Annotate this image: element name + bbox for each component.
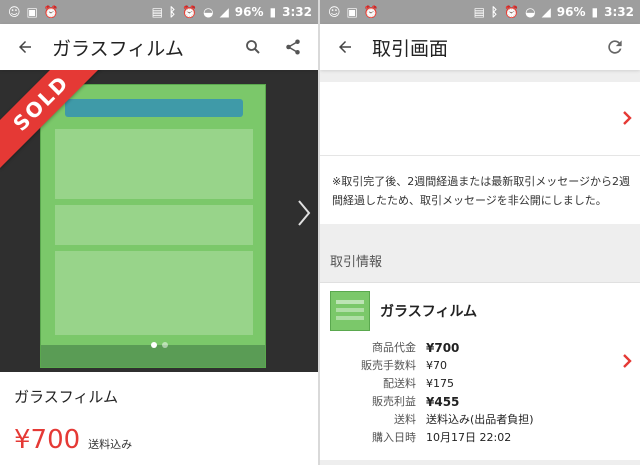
search-button[interactable] — [240, 34, 266, 60]
chevron-right-icon — [623, 354, 632, 368]
back-button[interactable] — [332, 34, 358, 60]
chevron-right-icon — [298, 200, 311, 226]
alarm-icon: ⏰ — [43, 5, 59, 19]
message-hidden-notice: ※取引完了後、2週間経過または最新取引メッセージから2週間経過したため、取引メッ… — [332, 175, 630, 207]
trade-row-value: ¥175 — [426, 377, 454, 390]
trade-row-label: 送料 — [394, 413, 416, 426]
trade-row: 配送料 ¥175 — [330, 375, 630, 393]
product-price: ¥700 — [14, 425, 81, 455]
trade-row: 商品代金 ¥700 — [330, 339, 630, 357]
item-thumbnail — [330, 291, 370, 331]
battery-icon: ▮ — [591, 5, 599, 19]
trade-detail-rows: 商品代金 ¥700 販売手数料 ¥70 配送料 ¥175 販売利益 ¥455 送料 送料込み(出品… — [330, 339, 630, 447]
arrow-left-icon — [339, 41, 351, 53]
status-bar: ☺ ▣ ⏰ ▤ ᛒ ⏰ ◒ ◢ 96% ▮ 3:32 — [0, 0, 318, 24]
product-name: ガラスフィルム — [14, 388, 119, 406]
battery-icon: ▮ — [269, 5, 277, 19]
arrow-left-icon — [19, 41, 31, 53]
battery-level: 96% — [556, 5, 586, 19]
signal-icon: ◢ — [541, 5, 551, 19]
trade-row: 販売手数料 ¥70 — [330, 357, 630, 375]
transaction-app-bar: 取引画面 — [320, 24, 640, 70]
trade-row-label: 販売利益 — [372, 395, 416, 408]
shipping-label: 送料込み — [88, 438, 133, 451]
gallery-dot-1[interactable] — [150, 342, 157, 348]
transaction-screen: ☺ ▣ ⏰ ▤ ᛒ ⏰ ◒ ◢ 96% ▮ 3:32 取引画面 ※取引完了後、2… — [320, 0, 640, 465]
clock: 3:32 — [282, 5, 312, 19]
trade-row-label: 販売手数料 — [361, 359, 416, 372]
nfc-icon: ▤ — [151, 5, 163, 19]
alarm-status-icon: ⏰ — [182, 5, 198, 19]
page-title: ガラスフィルム — [52, 37, 184, 60]
page-title: 取引画面 — [372, 37, 449, 60]
top-gray-strip — [320, 70, 640, 82]
nfc-icon: ▤ — [473, 5, 485, 19]
trade-row: 販売利益 ¥455 — [330, 393, 630, 411]
gallery-dot-2[interactable] — [161, 342, 168, 348]
refresh-icon — [608, 40, 622, 54]
wifi-icon: ◒ — [203, 5, 214, 19]
trade-row-label: 購入日時 — [372, 431, 416, 444]
trade-row: 送料 送料込み(出品者負担) — [330, 411, 630, 429]
product-photo — [40, 84, 266, 368]
image-notification-icon: ▣ — [346, 5, 358, 19]
item-name: ガラスフィルム — [380, 304, 478, 320]
notification-icon: ☺ — [8, 5, 21, 19]
share-button[interactable] — [280, 34, 306, 60]
trade-row-value: 10月17日 22:02 — [426, 431, 512, 444]
section-header: 取引情報 — [320, 224, 640, 282]
gallery-dots — [0, 342, 318, 348]
battery-level: 96% — [234, 5, 264, 19]
trade-row-label: 配送料 — [383, 377, 416, 390]
signal-icon: ◢ — [219, 5, 229, 19]
gallery-next-button[interactable] — [296, 198, 312, 232]
trade-row-value: ¥455 — [426, 395, 460, 409]
alarm-icon: ⏰ — [363, 5, 379, 19]
refresh-button[interactable] — [602, 34, 628, 60]
alarm-status-icon: ⏰ — [504, 5, 520, 19]
share-icon — [286, 39, 300, 55]
trade-card-chevron — [622, 353, 632, 373]
product-app-bar: ガラスフィルム — [0, 24, 318, 70]
trade-message-row[interactable] — [320, 82, 640, 156]
bluetooth-icon: ᛒ — [490, 5, 499, 19]
clock: 3:32 — [604, 5, 634, 19]
trade-row-value: ¥700 — [426, 341, 460, 355]
image-notification-icon: ▣ — [26, 5, 38, 19]
back-button[interactable] — [12, 34, 38, 60]
section-title: 取引情報 — [330, 255, 383, 270]
trade-row-value: ¥70 — [426, 359, 447, 372]
notification-icon: ☺ — [328, 5, 341, 19]
bluetooth-icon: ᛒ — [168, 5, 177, 19]
product-image-gallery[interactable]: SOLD — [0, 70, 318, 372]
trade-row-value: 送料込み(出品者負担) — [426, 413, 534, 426]
trade-row-label: 商品代金 — [372, 341, 416, 354]
price-row: ¥700 送料込み — [14, 425, 304, 455]
wifi-icon: ◒ — [525, 5, 536, 19]
bottom-strip — [320, 460, 640, 465]
trade-row: 購入日時 10月17日 22:02 — [330, 429, 630, 447]
status-bar-right: ☺ ▣ ⏰ ▤ ᛒ ⏰ ◒ ◢ 96% ▮ 3:32 — [320, 0, 640, 24]
message-row-chevron — [622, 110, 632, 130]
search-icon — [246, 40, 260, 54]
chevron-right-icon — [623, 111, 632, 125]
trade-info-card[interactable]: ガラスフィルム 商品代金 ¥700 販売手数料 ¥70 配送料 ¥175 販売利益 ¥455 送… — [320, 282, 640, 455]
product-detail-screen: ☺ ▣ ⏰ ▤ ᛒ ⏰ ◒ ◢ 96% ▮ 3:32 ガラスフィルム SOLD — [0, 0, 318, 465]
product-info: ガラスフィルム ¥700 送料込み — [0, 372, 318, 455]
